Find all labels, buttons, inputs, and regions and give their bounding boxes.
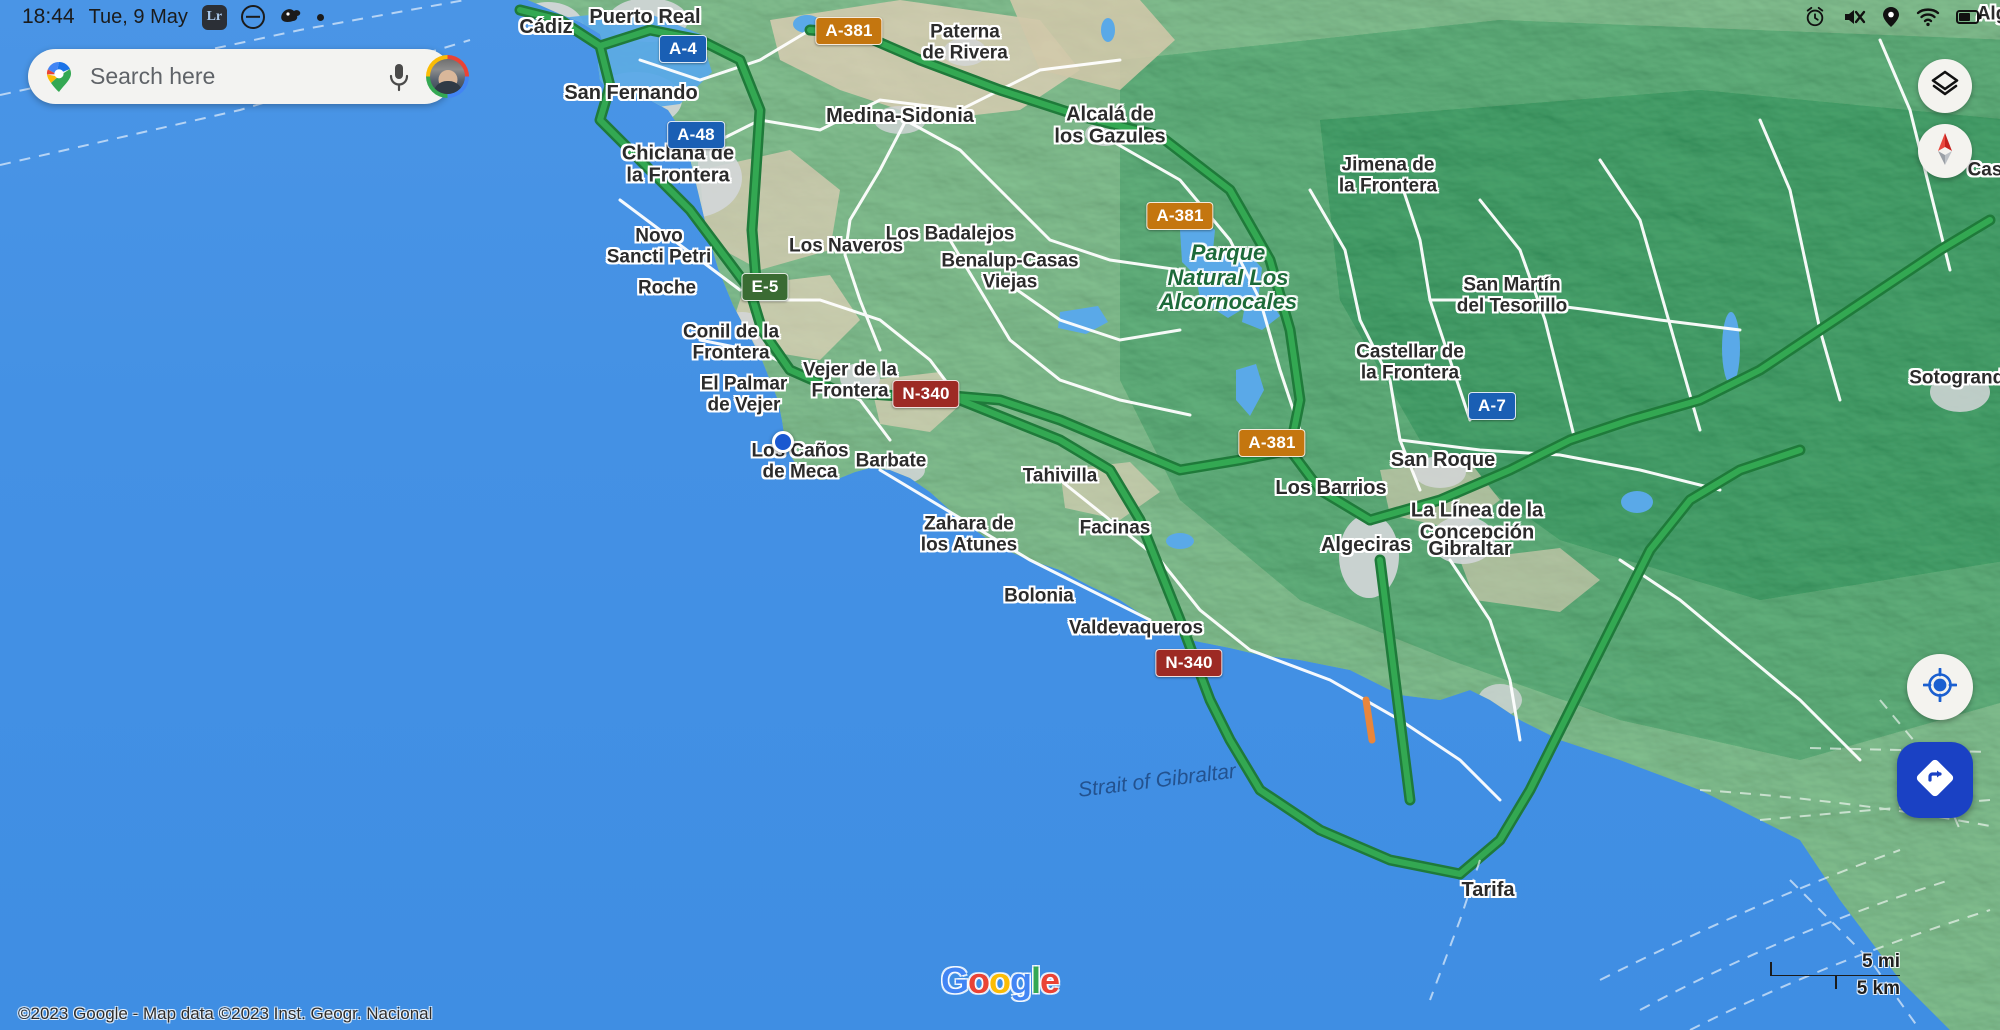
search-input[interactable] [90, 63, 386, 90]
map-attribution: ©2023 Google - Map data ©2023 Inst. Geog… [18, 1004, 433, 1023]
map-place-label[interactable]: Facinas [1080, 517, 1151, 538]
map-place-label[interactable]: El Palmar de Vejer [701, 374, 788, 417]
status-time: 18:44 [22, 5, 75, 28]
map-place-label[interactable]: Novo Sancti Petri [607, 226, 712, 269]
google-maps-app: Cádiz Puerto Real San Fernando Chiclana de … [0, 0, 2000, 1030]
avatar[interactable] [426, 55, 469, 98]
map-canvas[interactable]: Cádiz Puerto Real San Fernando Chiclana de … [0, 0, 2000, 1030]
avatar-photo [430, 59, 465, 94]
do-not-disturb-icon[interactable] [240, 5, 265, 29]
wifi-icon [1916, 7, 1940, 27]
map-place-label[interactable]: Chiclana de la Frontera [622, 143, 734, 188]
map-place-label[interactable]: Sotogrande [1909, 367, 2000, 388]
alarm-icon [1804, 6, 1826, 28]
status-date: Tue, 9 May [88, 5, 188, 28]
location-pin-icon [1882, 6, 1900, 28]
scale-bar-line [1770, 962, 1900, 989]
my-location-icon [1922, 667, 1958, 707]
map-place-label[interactable]: Vejer de la Frontera [803, 360, 897, 403]
map-place-label[interactable]: Medina-Sidonia [826, 105, 974, 127]
map-place-label[interactable]: Los Barrios [1275, 477, 1386, 499]
road-shield[interactable]: N-340 [1155, 649, 1223, 677]
map-place-label[interactable]: Los Caños de Meca [751, 441, 848, 484]
map-place-label[interactable]: Conil de la Frontera [683, 322, 779, 365]
map-place-label[interactable]: Roche [638, 277, 696, 298]
map-place-label[interactable]: Algeciras [1321, 534, 1411, 556]
google-logo-letter: G [940, 960, 969, 1001]
scale-bar: 5 mi 5 km [1770, 951, 1900, 1000]
compass-button[interactable] [1918, 124, 1972, 178]
app-notification-icon[interactable] [279, 6, 303, 28]
microphone-icon[interactable] [386, 62, 412, 92]
road-shield[interactable]: E-5 [741, 273, 789, 301]
road-shield[interactable]: A-4 [659, 35, 707, 63]
road-shield[interactable]: A-381 [1146, 202, 1214, 230]
user-location-dot[interactable] [772, 431, 794, 453]
map-place-label[interactable]: Benalup-Casas Viejas [941, 251, 1078, 294]
road-shield[interactable]: A-381 [1238, 429, 1306, 457]
directions-button[interactable] [1897, 742, 1973, 818]
status-bar-right [1804, 6, 2000, 28]
google-logo-letter: e [1040, 960, 1060, 1001]
road-shield[interactable]: A-7 [1468, 392, 1516, 420]
lightroom-badge-icon[interactable]: Lr [201, 4, 227, 30]
map-place-label[interactable]: Barbate [856, 450, 927, 471]
google-logo-letter: l [1030, 960, 1041, 1001]
status-bar-left: 18:44 Tue, 9 May Lr [0, 4, 324, 30]
google-logo-letter: o [967, 960, 990, 1001]
map-place-label[interactable]: Gibraltar [1428, 538, 1511, 560]
map-place-label[interactable]: Jimena de la Frontera [1339, 155, 1437, 198]
map-place-label[interactable]: Zahara de los Atunes [921, 514, 1017, 557]
road-shield[interactable]: A-48 [667, 121, 725, 149]
volume-muted-icon [1842, 6, 1866, 28]
battery-icon [1956, 9, 1982, 25]
map-place-label[interactable]: Alcalá de los Gazules [1054, 104, 1165, 149]
map-place-label[interactable]: Tarifa [1462, 879, 1515, 901]
map-place-label[interactable]: Castellar de la Frontera [1356, 342, 1464, 385]
map-place-label[interactable]: Valdevaqueros [1069, 617, 1203, 638]
map-place-label[interactable]: Los Badalejos [886, 223, 1015, 244]
google-maps-pin-icon [42, 60, 76, 94]
map-place-label[interactable]: Cas [1968, 159, 2000, 180]
notification-dot-icon[interactable] [316, 13, 324, 21]
map-park-label[interactable]: Parque Natural Los Alcornocales [1159, 240, 1297, 315]
search-bar[interactable] [28, 49, 469, 104]
layers-icon [1930, 69, 1960, 104]
status-bar: 18:44 Tue, 9 May Lr [0, 0, 2000, 34]
map-place-label[interactable]: San Roque [1391, 449, 1495, 471]
directions-icon [1915, 758, 1955, 803]
layers-button[interactable] [1918, 59, 1972, 113]
scale-miles: 5 mi [1861, 951, 1900, 972]
my-location-button[interactable] [1907, 654, 1973, 720]
google-logo: Google [940, 960, 1060, 1002]
map-place-label[interactable]: San Martín del Tesorillo [1457, 275, 1568, 318]
compass-needle-icon [1933, 131, 1957, 172]
map-place-label[interactable]: Bolonia [1004, 585, 1074, 606]
map-place-label[interactable]: Tahivilla [1023, 465, 1098, 486]
google-logo-letter: g [1009, 960, 1032, 1001]
google-logo-letter: o [988, 960, 1011, 1001]
road-shield[interactable]: N-340 [892, 380, 960, 408]
map-place-label[interactable]: San Fernando [564, 82, 697, 104]
